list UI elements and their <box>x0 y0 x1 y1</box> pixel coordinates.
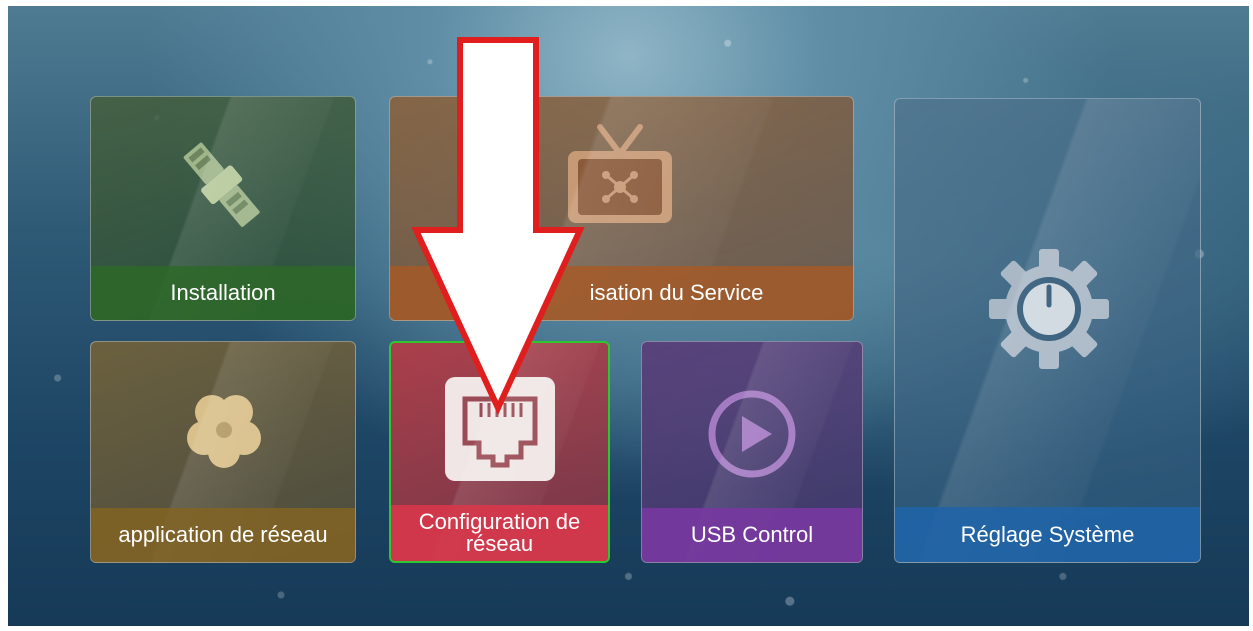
tile-usb-control[interactable]: USB Control <box>641 341 863 563</box>
gear-power-icon <box>989 249 1109 369</box>
down-arrow-icon <box>411 37 585 416</box>
tile-label: USB Control <box>642 508 862 562</box>
tile-reglage-systeme[interactable]: Réglage Système <box>894 98 1201 563</box>
tile-installation[interactable]: Installation <box>90 96 356 321</box>
tile-label: application de réseau <box>91 508 355 562</box>
clover-icon <box>187 395 261 468</box>
tile-label: Réglage Système <box>895 507 1200 562</box>
tile-label: Installation <box>91 266 355 320</box>
menu-screen: Installation isation du Service applicat… <box>8 6 1249 626</box>
play-icon <box>708 390 796 478</box>
satellite-icon <box>183 142 260 227</box>
tile-label: Configuration de réseau <box>391 505 608 561</box>
tile-application-de-reseau[interactable]: application de réseau <box>90 341 356 563</box>
